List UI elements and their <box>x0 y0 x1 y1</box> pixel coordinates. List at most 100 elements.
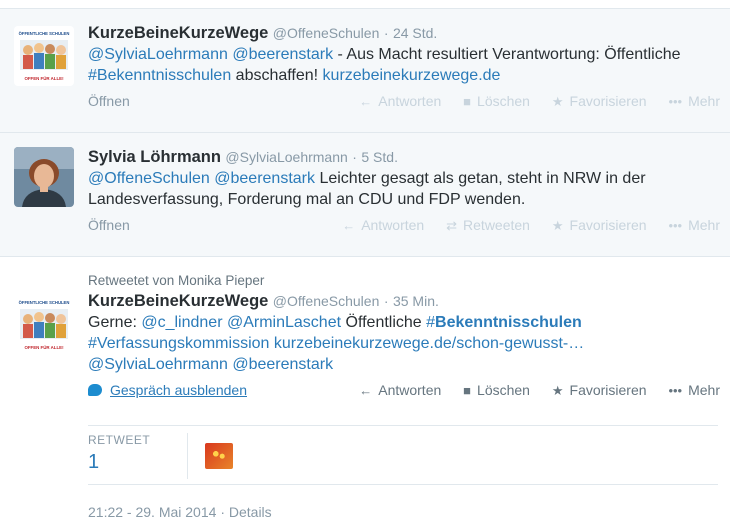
separator-dot: · <box>220 504 225 520</box>
reply-button[interactable]: ← Antworten <box>359 93 441 109</box>
tweet-stats: RETWEET 1 <box>88 425 718 485</box>
tweet-footer: Gespräch ausblenden ← Antworten ■ Löschen … <box>88 379 720 403</box>
avatar-top-text: ÖFFENTLICHE SCHULEN <box>19 300 70 305</box>
reply-button[interactable]: ← Antworten <box>342 217 424 233</box>
tweet-item[interactable]: Sylvia Löhrmann @SylviaLoehrmann · 5 Std… <box>0 132 730 256</box>
favorite-button[interactable]: ★ Favorisieren <box>552 93 647 110</box>
author-handle[interactable]: @SylviaLoehrmann <box>225 149 347 165</box>
tweet-link[interactable]: #Bekenntnisschulen <box>88 67 231 84</box>
delete-button[interactable]: ■ Löschen <box>463 93 530 109</box>
more-dots-icon: ••• <box>668 94 683 109</box>
tweet-link[interactable]: # <box>426 314 435 331</box>
avatar-bottom-text: OFFEN FÜR ALLE! <box>24 345 64 350</box>
tweet-link[interactable]: @SylviaLoehrmann <box>88 356 228 373</box>
separator-dot: · <box>383 293 389 309</box>
tweet-header: Sylvia Löhrmann @SylviaLoehrmann · 5 Std… <box>88 146 720 168</box>
tweet-footer: Öffnen ← Antworten ⇄ Retweeten ★ Favorisier… <box>88 214 720 238</box>
more-label: Mehr <box>688 382 720 398</box>
tweet-meta: 21:22 - 29. Mai 2014 · Details <box>88 504 272 520</box>
tweet-link[interactable]: @beerenstark <box>232 46 333 63</box>
retweet-count: 1 <box>88 451 100 473</box>
more-button[interactable]: ••• Mehr <box>668 217 720 233</box>
tweet-time[interactable]: 35 Min. <box>393 293 439 309</box>
more-button[interactable]: ••• Mehr <box>668 382 720 398</box>
favorite-button[interactable]: ★ Favorisieren <box>552 217 647 234</box>
tweet-text: @OffeneSchulen @beerenstark Leichter ges… <box>88 168 720 210</box>
favorite-label: Favorisieren <box>569 217 647 233</box>
hide-conversation-label: Gespräch ausblenden <box>110 382 247 398</box>
star-icon: ★ <box>551 218 564 233</box>
tweet-link[interactable]: Bekenntnisschulen <box>435 314 582 331</box>
open-link[interactable]: Öffnen <box>88 217 130 233</box>
delete-button[interactable]: ■ Löschen <box>463 382 530 398</box>
tweet-link[interactable]: @SylviaLoehrmann <box>88 46 228 63</box>
tweet-item-expanded[interactable]: ÖFFENTLICHE SCHULEN OFFEN FÜR ALLE! Retw… <box>0 256 730 530</box>
trash-icon: ■ <box>463 383 472 398</box>
tweet-link[interactable]: @ArminLaschet <box>227 314 341 331</box>
hide-conversation-link[interactable]: Gespräch ausblenden <box>88 382 247 398</box>
favorite-label: Favorisieren <box>569 382 647 398</box>
retweet-button[interactable]: ⇄ Retweeten <box>446 217 530 234</box>
avatar[interactable]: ÖFFENTLICHE SCHULEN OFFEN FÜR ALLE! <box>14 295 74 355</box>
reply-label: Antworten <box>361 217 425 233</box>
tweet-text-part: abschaffen! <box>231 67 323 84</box>
tweet-header: KurzeBeineKurzeWege @OffeneSchulen · 24 … <box>88 22 720 44</box>
tweet-time[interactable]: 24 Std. <box>393 25 437 41</box>
open-link[interactable]: Öffnen <box>88 93 130 109</box>
tweet-link[interactable]: kurzebeinekurzewege.de/schon-gewusst-… <box>274 335 584 352</box>
reply-arrow-icon: ← <box>359 94 373 109</box>
tweet-link[interactable]: @beerenstark <box>232 356 333 373</box>
more-label: Mehr <box>688 93 720 109</box>
avatar-top-text: ÖFFENTLICHE SCHULEN <box>19 31 70 36</box>
tweet-text-part: - Aus Macht resultiert Verantwortung: Öf… <box>333 46 681 63</box>
separator-dot: · <box>383 25 389 41</box>
speech-bubble-icon <box>88 384 102 396</box>
avatar[interactable] <box>14 147 74 207</box>
more-dots-icon: ••• <box>668 383 683 398</box>
tweet-link[interactable]: @c_lindner <box>141 314 222 331</box>
tweet-item[interactable]: ÖFFENTLICHE SCHULEN OFFEN FÜR ALLE! Kurz… <box>0 8 730 132</box>
retweet-icon: ⇄ <box>446 218 458 233</box>
details-link[interactable]: Details <box>229 504 272 520</box>
tweet-link[interactable]: #Verfassungskommission <box>88 335 269 352</box>
tweet-timestamp[interactable]: 21:22 - 29. Mai 2014 <box>88 504 216 520</box>
tweet-header: KurzeBeineKurzeWege @OffeneSchulen · 35 … <box>88 290 720 312</box>
more-label: Mehr <box>688 217 720 233</box>
retweet-context[interactable]: Retweetet von Monika Pieper <box>88 272 720 290</box>
reply-arrow-icon: ← <box>342 218 356 233</box>
reply-label: Antworten <box>378 382 442 398</box>
tweet-time[interactable]: 5 Std. <box>361 149 398 165</box>
delete-label: Löschen <box>477 93 530 109</box>
retweet-stat-label: RETWEET <box>88 433 151 447</box>
tweet-link[interactable]: kurzebeinekurzewege.de <box>323 67 501 84</box>
favorite-button[interactable]: ★ Favorisieren <box>552 382 647 399</box>
retweet-label: Retweeten <box>463 217 530 233</box>
author-name[interactable]: KurzeBeineKurzeWege <box>88 292 268 310</box>
separator-dot: · <box>352 149 357 165</box>
retweet-stat[interactable]: RETWEET 1 <box>88 433 188 479</box>
tweet-link[interactable]: @OffeneSchulen <box>88 170 210 187</box>
author-handle[interactable]: @OffeneSchulen <box>273 25 380 41</box>
more-button[interactable]: ••• Mehr <box>668 93 720 109</box>
reply-button[interactable]: ← Antworten <box>359 382 441 398</box>
author-name[interactable]: Sylvia Löhrmann <box>88 148 221 166</box>
tweet-text: Gerne: @c_lindner @ArminLaschet Öffentli… <box>88 312 720 375</box>
tweet-text-part: Öffentliche <box>341 314 427 331</box>
author-handle[interactable]: @OffeneSchulen <box>273 293 380 309</box>
avatar[interactable]: ÖFFENTLICHE SCHULEN OFFEN FÜR ALLE! <box>14 26 74 86</box>
reply-label: Antworten <box>378 93 442 109</box>
avatar-bottom-text: OFFEN FÜR ALLE! <box>24 76 64 81</box>
star-icon: ★ <box>551 383 564 398</box>
tweet-link[interactable]: @beerenstark <box>214 170 315 187</box>
more-dots-icon: ••• <box>668 218 683 233</box>
reply-arrow-icon: ← <box>359 383 373 398</box>
tweet-text-part: Gerne: <box>88 314 142 331</box>
trash-icon: ■ <box>463 94 472 109</box>
tweet-footer: Öffnen ← Antworten ■ Löschen ★ Favorisieren… <box>88 90 720 114</box>
author-name[interactable]: KurzeBeineKurzeWege <box>88 24 268 42</box>
retweeter-avatar[interactable] <box>205 443 233 469</box>
favorite-label: Favorisieren <box>569 93 647 109</box>
delete-label: Löschen <box>477 382 530 398</box>
star-icon: ★ <box>551 94 564 109</box>
tweet-text: @SylviaLoehrmann @beerenstark - Aus Mach… <box>88 44 720 86</box>
